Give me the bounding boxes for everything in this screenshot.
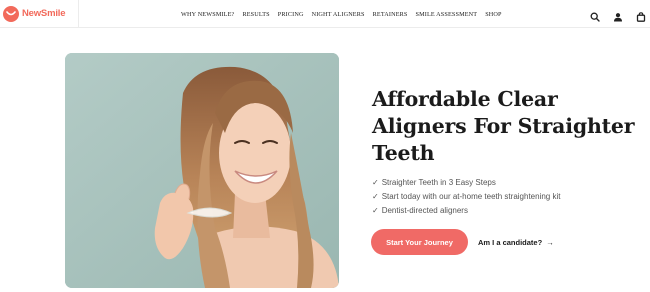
logo-text: NewSmile: [22, 8, 66, 19]
check-icon: ✓: [372, 192, 379, 201]
check-icon: ✓: [372, 206, 379, 215]
nav-results[interactable]: RESULTS: [242, 11, 269, 18]
logo[interactable]: NewSmile: [3, 4, 65, 23]
hero-title: Affordable Clear Aligners For Straighter…: [372, 87, 635, 165]
am-i-a-candidate-link[interactable]: Am I a candidate? →: [478, 236, 554, 248]
nav-pricing[interactable]: PRICING: [278, 11, 304, 18]
check-icon: ✓: [372, 178, 379, 187]
main-nav: WHY NEWSMILE? RESULTS PRICING NIGHT ALIG…: [181, 9, 502, 19]
header-actions: [590, 7, 646, 22]
benefit-item: ✓ Start today with our at-home teeth stra…: [372, 190, 560, 204]
hero-image: [65, 53, 339, 288]
benefit-text: Straighter Teeth in 3 Easy Steps: [381, 178, 496, 187]
nav-why-newsmile[interactable]: WHY NEWSMILE?: [181, 11, 234, 18]
search-icon[interactable]: [590, 9, 600, 22]
nav-smile-assessment[interactable]: SMILE ASSESSMENT: [416, 11, 478, 18]
benefit-item: ✓ Dentist-directed aligners: [372, 204, 560, 218]
smile-logo-icon: [3, 5, 19, 22]
benefit-text: Dentist-directed aligners: [381, 206, 468, 215]
arrow-right-icon: →: [546, 237, 554, 247]
site-header: NewSmile WHY NEWSMILE? RESULTS PRICING N…: [0, 0, 650, 28]
candidate-link-label: Am I a candidate?: [478, 237, 543, 247]
smiling-woman-holding-aligner-image: [65, 53, 339, 288]
nav-night-aligners[interactable]: NIGHT ALIGNERS: [312, 11, 365, 18]
header-divider: [78, 0, 79, 28]
benefit-item: ✓ Straighter Teeth in 3 Easy Steps: [372, 176, 560, 190]
start-your-journey-button[interactable]: Start Your Journey: [371, 229, 468, 255]
benefits-list: ✓ Straighter Teeth in 3 Easy Steps ✓ Start…: [372, 176, 560, 218]
nav-shop[interactable]: SHOP: [485, 11, 501, 18]
benefit-text: Start today with our at-home teeth strai…: [381, 192, 561, 201]
user-icon[interactable]: [613, 9, 623, 21]
nav-retainers[interactable]: RETAINERS: [373, 11, 408, 18]
bag-icon[interactable]: [636, 9, 646, 22]
